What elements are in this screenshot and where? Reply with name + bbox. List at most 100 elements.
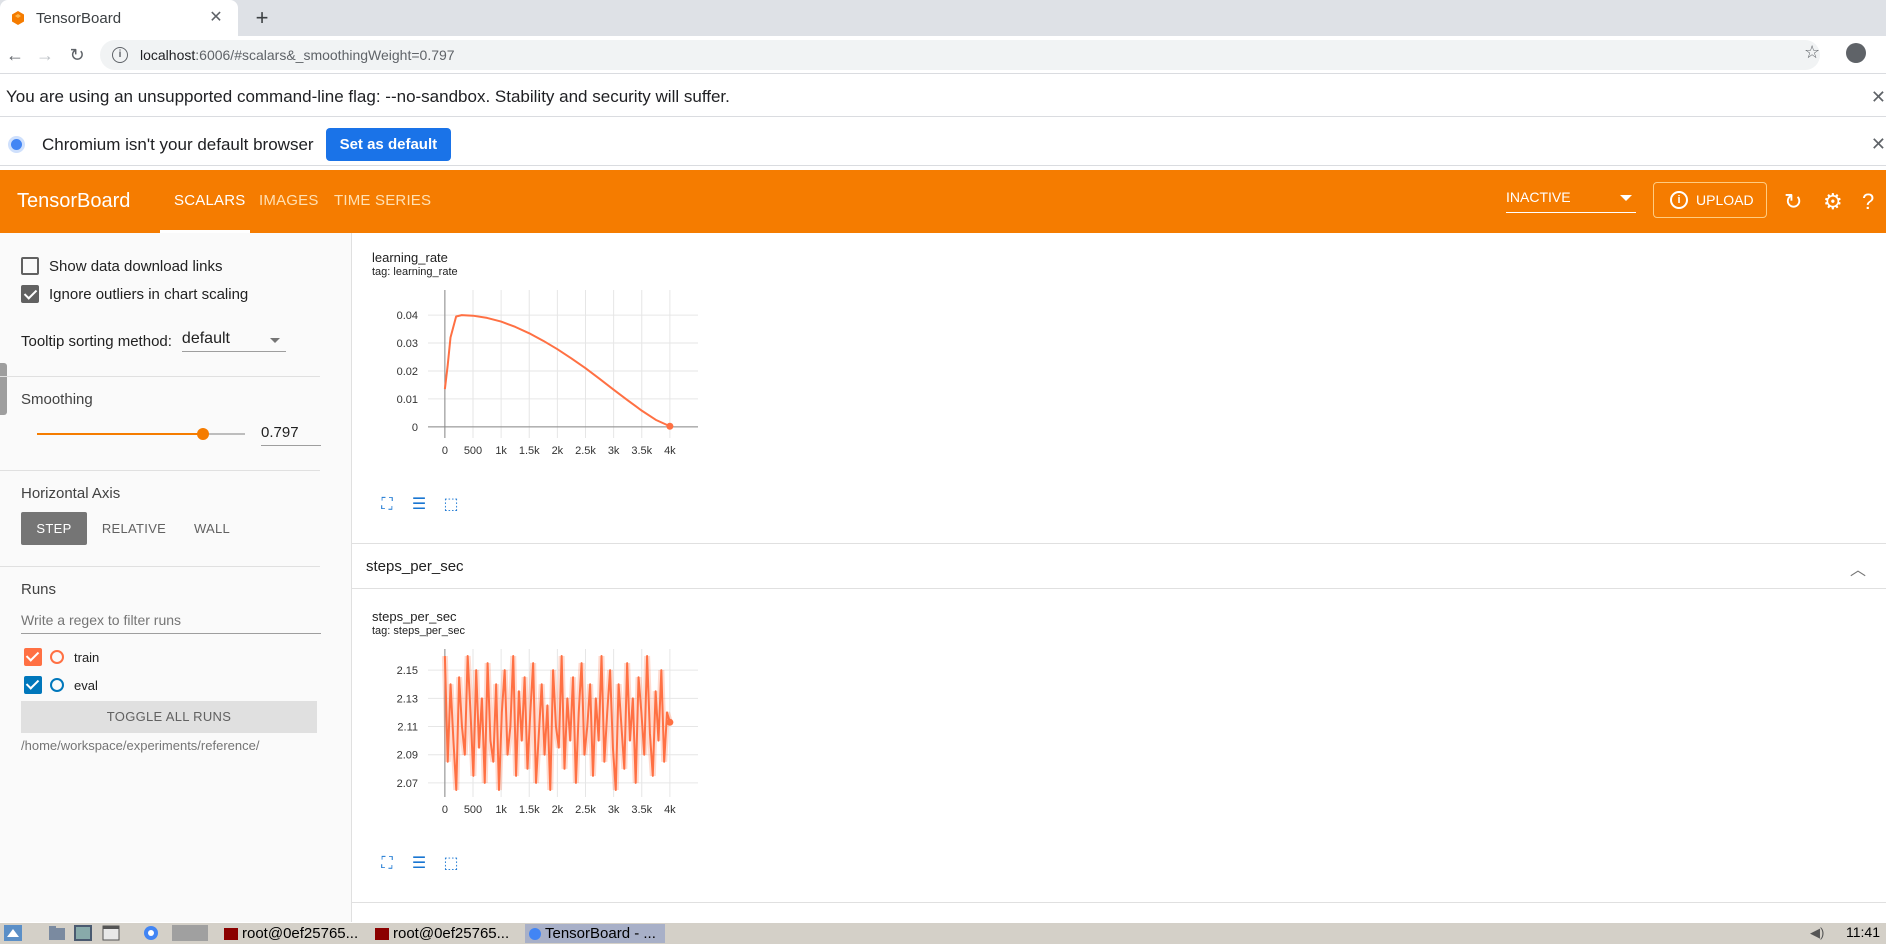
divider xyxy=(0,376,320,377)
upload-label: UPLOAD xyxy=(1696,192,1754,208)
task-label: root@0ef25765... xyxy=(393,925,510,942)
logdir-path: /home/workspace/experiments/reference/ xyxy=(21,738,260,753)
x-tick-label: 1.5k xyxy=(519,445,540,457)
x-tick-label: 2k xyxy=(552,445,564,457)
divider xyxy=(0,470,320,471)
group-header-steps-per-sec[interactable]: steps_per_sec ︿ xyxy=(352,543,1886,589)
tooltip-sorting-label: Tooltip sorting method: xyxy=(21,332,172,350)
divider xyxy=(0,566,320,567)
smoothing-label: Smoothing xyxy=(21,391,93,408)
chevron-down-icon xyxy=(1620,195,1632,201)
fullscreen-icon[interactable]: ⛶ xyxy=(378,496,396,514)
refresh-icon[interactable]: ↻ xyxy=(1784,189,1802,215)
forward-icon[interactable]: → xyxy=(34,44,56,66)
new-tab-icon[interactable]: + xyxy=(250,6,274,30)
tensorboard-brand[interactable]: TensorBoard xyxy=(17,190,130,213)
x-tick-label: 4k xyxy=(664,445,676,457)
axis-wall-button[interactable]: WALL xyxy=(186,512,238,545)
show-download-links-label: Show data download links xyxy=(49,257,223,275)
address-bar[interactable]: i localhost:6006/#scalars&_smoothingWeig… xyxy=(100,40,1820,70)
steps-per-sec-chart[interactable]: 0 500 1k 1.5k 2k 2.5k 3k 3.5k 4k 2.15 2.13 2.11 2.09… xyxy=(372,643,712,853)
url-path: :6006/#scalars&_smoothingWeight=0.797 xyxy=(195,47,455,63)
close-icon[interactable]: ✕ xyxy=(1871,87,1886,108)
plugin-select[interactable]: INACTIVE xyxy=(1506,189,1636,213)
fit-domain-icon[interactable]: ⬚ xyxy=(442,855,460,873)
tensorboard-favicon-icon xyxy=(12,11,24,25)
gear-icon[interactable]: ⚙ xyxy=(1823,189,1843,215)
start-menu-icon[interactable] xyxy=(4,925,22,941)
group-name: steps_per_sec xyxy=(366,558,464,575)
browser-tab[interactable]: TensorBoard ✕ xyxy=(0,0,238,36)
chart-toolbar: ⛶ ☰ ⬚ xyxy=(378,496,460,514)
x-tick-label: 1k xyxy=(495,445,507,457)
run-color-icon[interactable] xyxy=(50,650,64,664)
tooltip-sorting-select[interactable]: default xyxy=(181,330,286,352)
x-tick-label: 3k xyxy=(608,445,620,457)
show-download-links-checkbox[interactable]: Show data download links xyxy=(21,257,222,275)
ignore-outliers-checkbox[interactable]: Ignore outliers in chart scaling xyxy=(21,285,248,303)
axis-relative-button[interactable]: RELATIVE xyxy=(98,512,170,545)
reload-icon[interactable]: ↻ xyxy=(66,44,88,66)
run-name: train xyxy=(74,649,100,665)
y-tick-label: 2.13 xyxy=(397,693,418,705)
run-item-train[interactable]: train xyxy=(24,648,99,666)
taskbar-tensorboard[interactable]: TensorBoard - ... xyxy=(525,924,665,943)
x-tick-label: 500 xyxy=(464,804,482,816)
y-tick-label: 0.01 xyxy=(397,394,418,406)
smoothing-value-input[interactable]: 0.797 xyxy=(261,424,321,446)
tab-time-series[interactable]: TIME SERIES xyxy=(334,192,431,209)
y-tick-label: 0 xyxy=(412,422,418,434)
run-item-eval[interactable]: eval xyxy=(24,676,98,694)
data-table-icon[interactable]: ☰ xyxy=(410,496,428,514)
site-info-icon[interactable]: i xyxy=(112,47,128,63)
smoothing-slider-thumb[interactable] xyxy=(196,428,209,440)
taskbar-terminal-2[interactable]: root@0ef25765... xyxy=(371,924,519,943)
data-table-icon[interactable]: ☰ xyxy=(410,855,428,873)
chevron-up-icon[interactable]: ︿ xyxy=(1850,556,1866,580)
learning-rate-chart[interactable]: 0 500 1k 1.5k 2k 2.5k 3k 3.5k 4k 0.04 0.03 0.02 0.01… xyxy=(372,284,712,494)
volume-icon[interactable]: ◀) xyxy=(1810,925,1824,941)
desktop-icon[interactable] xyxy=(172,925,208,941)
window-icon[interactable] xyxy=(102,925,120,941)
chart-title: steps_per_sec xyxy=(372,609,457,624)
close-icon[interactable]: ✕ xyxy=(1871,134,1886,155)
upload-button[interactable]: i UPLOAD xyxy=(1653,182,1767,218)
x-tick-label: 3.5k xyxy=(631,804,652,816)
help-icon[interactable]: ? xyxy=(1862,189,1874,215)
y-tick-label: 2.07 xyxy=(397,778,418,790)
tab-scalars[interactable]: SCALARS xyxy=(174,192,245,209)
tab-images[interactable]: IMAGES xyxy=(259,192,319,209)
file-manager-icon[interactable] xyxy=(48,925,66,941)
tooltip-sorting-value: default xyxy=(181,330,230,347)
run-filter-input[interactable]: Write a regex to filter runs xyxy=(21,612,321,634)
chromium-taskbar-icon[interactable] xyxy=(142,925,160,941)
toggle-all-runs-button[interactable]: TOGGLE ALL RUNS xyxy=(21,701,317,733)
x-tick-label: 1k xyxy=(495,804,507,816)
sandbox-warning-bar: You are using an unsupported command-lin… xyxy=(0,77,1886,117)
profile-avatar-icon[interactable] xyxy=(1846,43,1866,63)
tab-close-icon[interactable]: ✕ xyxy=(206,8,226,28)
set-as-default-button[interactable]: Set as default xyxy=(325,128,452,161)
url-text: localhost:6006/#scalars&_smoothingWeight… xyxy=(140,47,455,63)
checkbox-checked-icon[interactable] xyxy=(21,285,39,303)
terminal-icon xyxy=(375,927,389,940)
bookmark-star-icon[interactable]: ☆ xyxy=(1804,42,1820,63)
fit-domain-icon[interactable]: ⬚ xyxy=(442,496,460,514)
run-checkbox-icon[interactable] xyxy=(24,648,42,666)
fullscreen-icon[interactable]: ⛶ xyxy=(378,855,396,873)
sandbox-warning-text: You are using an unsupported command-lin… xyxy=(6,86,730,106)
y-tick-label: 0.02 xyxy=(397,366,418,378)
x-tick-label: 2k xyxy=(552,804,564,816)
axis-step-button[interactable]: STEP xyxy=(21,512,87,545)
taskbar-terminal-1[interactable]: root@0ef25765... xyxy=(220,924,368,943)
terminal-launcher-icon[interactable] xyxy=(74,925,92,941)
browser-toolbar: ← → ↻ i localhost:6006/#scalars&_smoothi… xyxy=(0,36,1886,74)
run-checkbox-icon[interactable] xyxy=(24,676,42,694)
run-color-icon[interactable] xyxy=(50,678,64,692)
default-browser-bar: Chromium isn't your default browser Set … xyxy=(0,124,1886,166)
task-label: root@0ef25765... xyxy=(242,925,359,942)
sidebar-drag-handle[interactable] xyxy=(0,363,7,415)
checkbox-unchecked-icon[interactable] xyxy=(21,257,39,275)
back-icon[interactable]: ← xyxy=(4,44,26,66)
chart-title: learning_rate xyxy=(372,250,448,265)
